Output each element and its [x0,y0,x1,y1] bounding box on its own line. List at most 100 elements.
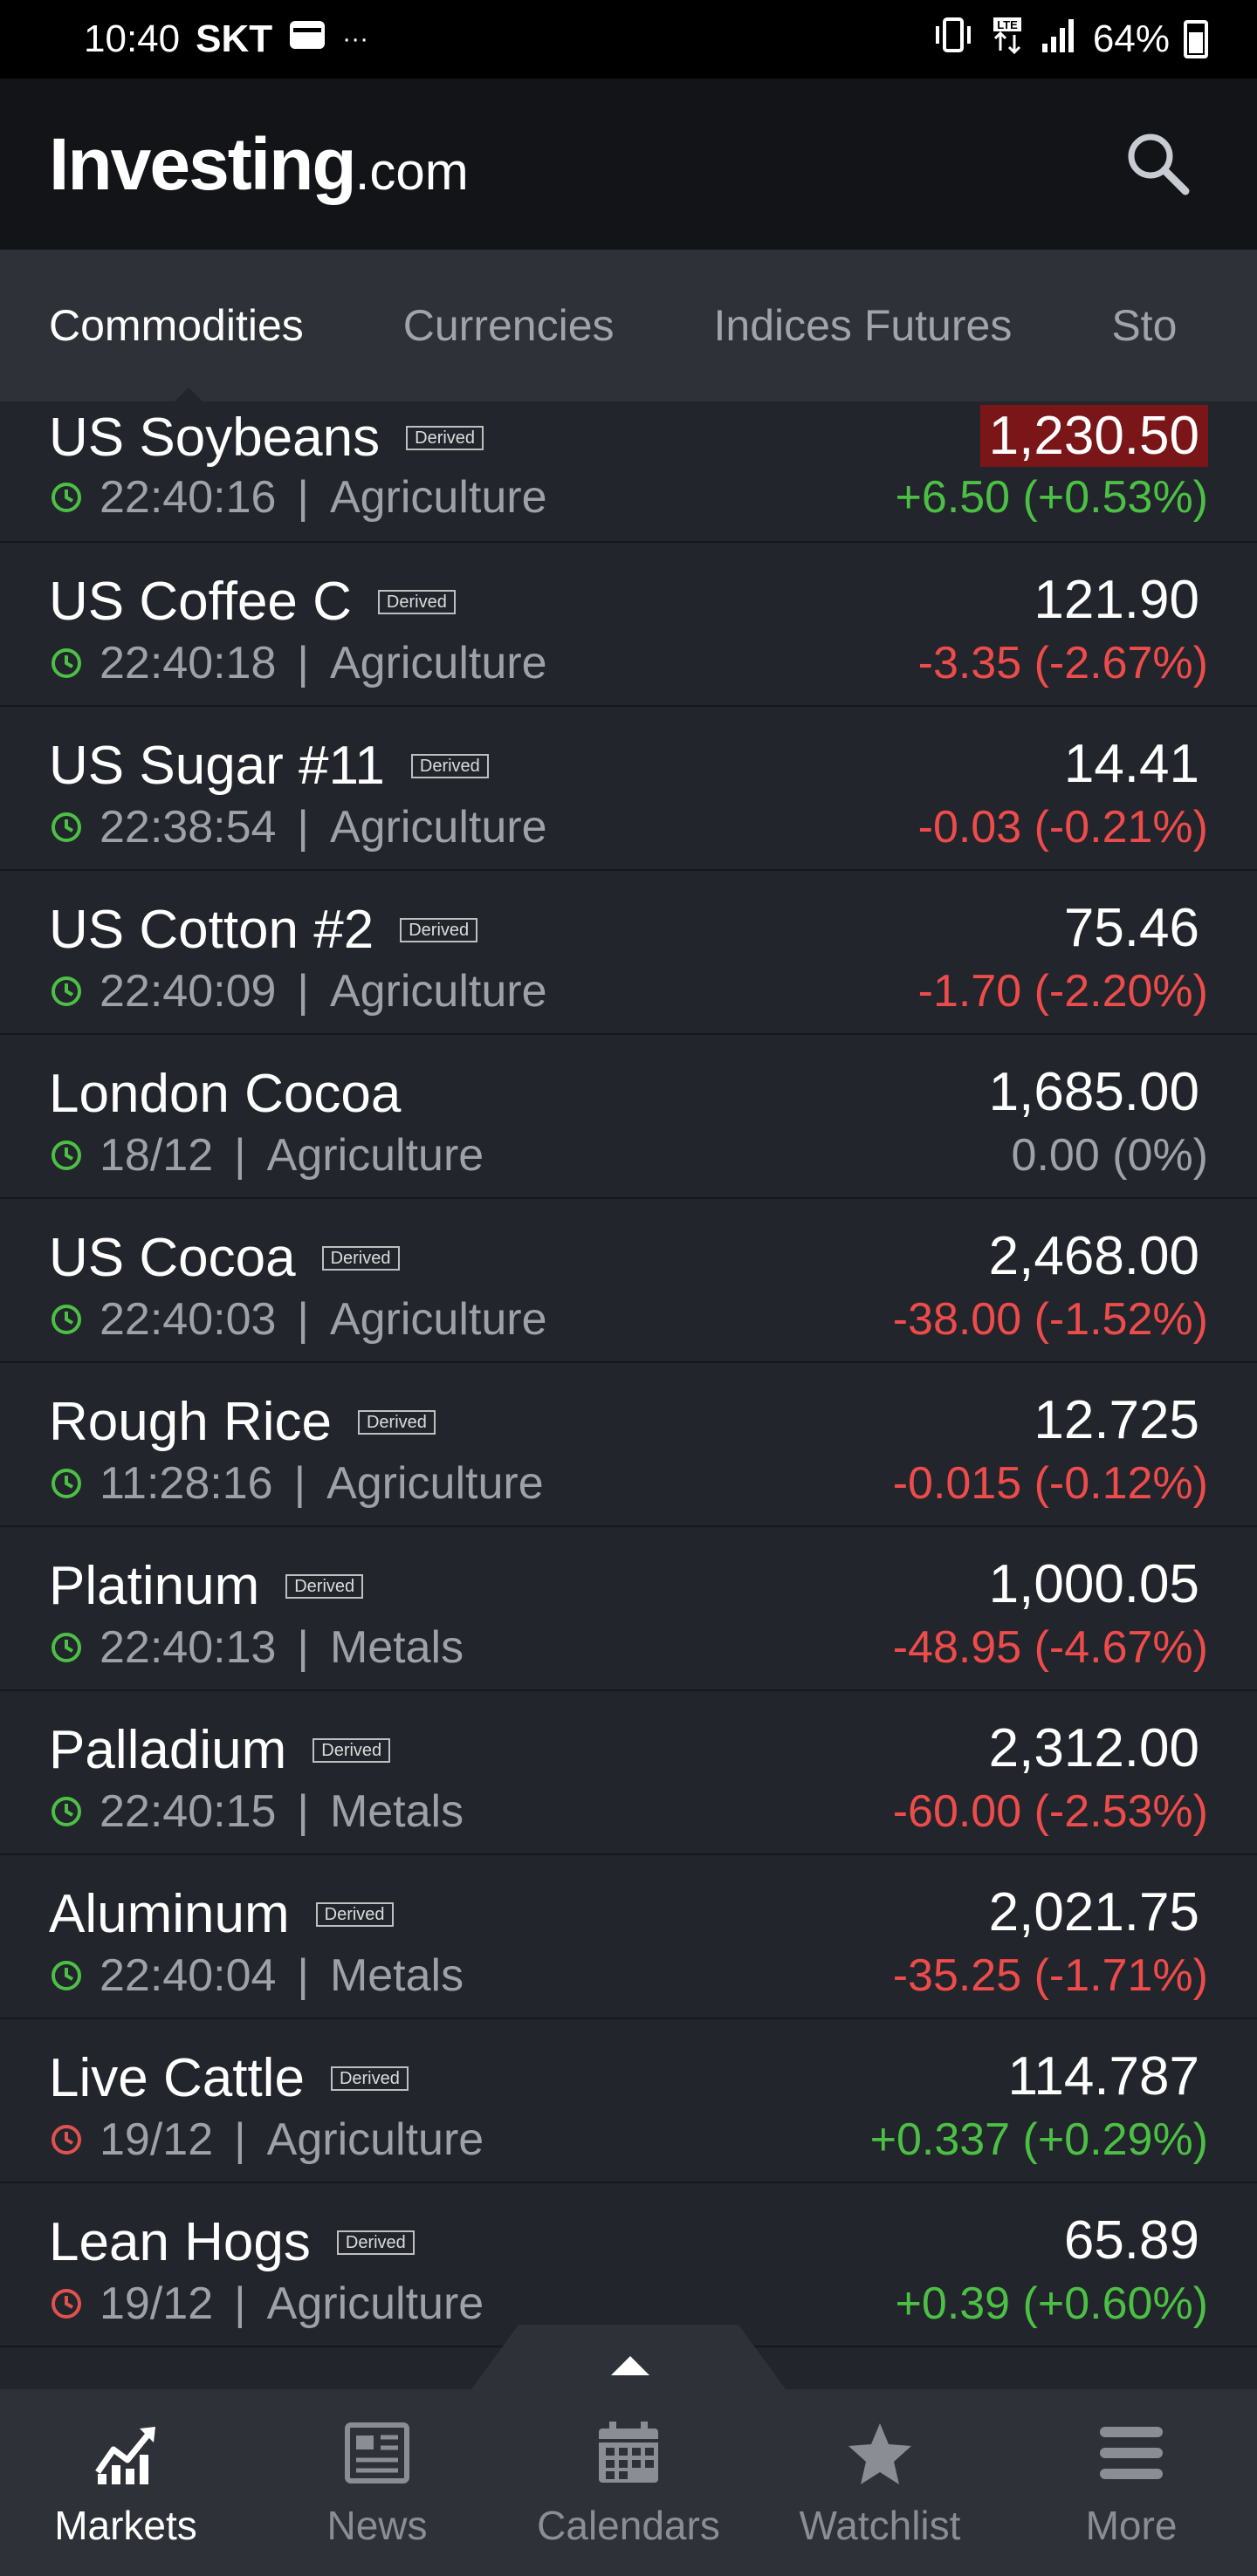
nav-markets[interactable]: Markets [0,2389,251,2576]
instrument-row[interactable]: Lean Hogs Derived 19/12 | Agriculture 65.89 +0… [0,2183,1257,2347]
instrument-time: 22:40:18 [100,638,277,689]
derived-badge: Derived [377,589,456,614]
instrument-list: US Soybeans Derived 22:40:16 | Agriculture 1,… [0,401,1257,2347]
instrument-meta: 22:40:04 | Metals [49,1949,464,2002]
instrument-time: 22:40:09 [100,966,277,1017]
instrument-category: Agriculture [326,1458,544,1509]
nav-more[interactable]: More [1006,2389,1257,2576]
instrument-time: 18/12 [100,1130,214,1181]
star-icon [848,2423,911,2484]
instrument-time: 22:40:04 [100,1950,277,2001]
derived-badge: Derived [321,1245,400,1271]
clock-icon [52,1141,81,1170]
nav-watchlist[interactable]: Watchlist [754,2389,1006,2576]
instrument-row[interactable]: Aluminum Derived 22:40:04 | Metals 2,021.75 -3… [0,1855,1257,2019]
markets-chart-icon [95,2427,155,2484]
instrument-meta: 22:40:16 | Agriculture [49,471,547,524]
instrument-change: -0.015 (-0.12%) [892,1458,1208,1509]
instrument-meta: 22:40:18 | Agriculture [49,637,547,689]
clock-icon [52,2289,81,2319]
instrument-row[interactable]: US Cotton #2 Derived 22:40:09 | Agriculture 7… [0,871,1257,1035]
instrument-category: Metals [329,1786,464,1837]
instrument-meta: 19/12 | Agriculture [49,2278,484,2330]
instrument-row[interactable]: London Cocoa 18/12 | Agriculture 1,685.00 0.0… [0,1035,1257,1199]
clock-icon [52,1961,81,1990]
instrument-name: Palladium [49,1720,287,1780]
clock-icon [52,1797,81,1826]
calendar-icon [599,2422,658,2483]
instrument-price: 12.725 [1034,1390,1199,1450]
instrument-row[interactable]: Platinum Derived 22:40:13 | Metals 1,000.05 -4… [0,1527,1257,1691]
derived-badge: Derived [400,917,478,942]
derived-badge: Derived [313,1737,391,1763]
derived-badge: Derived [315,1901,394,1927]
status-bar: 10:40 SKT ··· LTE 64% [0,0,1257,79]
instrument-time: 19/12 [100,2278,214,2329]
nav-news[interactable]: News [251,2389,503,2576]
search-icon [1128,134,1190,195]
investing-logo[interactable]: Investing .com [49,122,469,207]
tab-stocks[interactable]: Sto [1111,300,1177,351]
instrument-name: US Sugar #11 [49,736,385,796]
clock-icon [52,648,81,678]
nav-markets-label: Markets [54,2503,197,2548]
instrument-price: 1,230.50 [979,405,1208,467]
search-button[interactable] [1121,127,1196,202]
instrument-price: 1,000.05 [988,1554,1199,1614]
instrument-name-line: Lean Hogs Derived [49,2211,415,2273]
instrument-name-line: Rough Rice Derived [49,1391,436,1453]
logo-main-text: Investing [49,122,357,205]
instrument-change: -60.00 (-2.53%) [892,1786,1208,1837]
instrument-name: Lean Hogs [49,2212,311,2272]
derived-badge: Derived [410,753,489,778]
separator: | [293,1458,306,1509]
separator: | [234,1130,246,1181]
instrument-change: -0.03 (-0.21%) [917,802,1208,853]
instrument-row[interactable]: Palladium Derived 22:40:15 | Metals 2,312.00 -… [0,1691,1257,1855]
instrument-name: Rough Rice [49,1392,332,1452]
instrument-change: +0.337 (+0.29%) [869,2114,1208,2165]
derived-badge: Derived [406,425,484,450]
separator: | [297,638,309,689]
derived-badge: Derived [336,2230,415,2255]
instrument-price: 75.46 [1063,898,1199,958]
instrument-category: Agriculture [329,472,547,523]
instrument-category: Metals [329,1622,464,1673]
instrument-name-line: US Coffee C Derived [49,571,456,633]
instrument-change: -38.00 (-1.52%) [892,1294,1208,1345]
instrument-time: 19/12 [100,2114,214,2165]
instrument-row[interactable]: Live Cattle Derived 19/12 | Agriculture 114.7… [0,2019,1257,2183]
instrument-price: 2,021.75 [988,1882,1199,1942]
instrument-name: Aluminum [49,1884,290,1944]
clock-icon [52,1633,81,1662]
instrument-name-line: US Cocoa Derived [49,1227,400,1289]
instrument-meta: 11:28:16 | Agriculture [49,1457,544,1510]
nav-more-label: More [1085,2503,1178,2548]
instrument-name: Live Cattle [49,2048,305,2108]
instrument-name: Platinum [49,1556,260,1616]
instrument-time: 22:38:54 [100,802,277,853]
status-right: LTE 64% [931,16,1208,64]
tab-currencies[interactable]: Currencies [403,300,615,351]
status-left: 10:40 SKT ··· [84,17,368,61]
instrument-row[interactable]: US Cocoa Derived 22:40:03 | Agriculture 2,468… [0,1199,1257,1363]
tab-commodities[interactable]: Commodities [49,300,304,351]
instrument-price: 1,685.00 [988,1062,1199,1122]
instrument-time: 22:40:16 [100,472,277,523]
tab-indices-futures[interactable]: Indices Futures [714,300,1013,351]
instrument-category: Agriculture [329,802,547,853]
instrument-meta: 22:40:03 | Agriculture [49,1293,547,1346]
nav-calendars[interactable]: Calendars [503,2389,754,2576]
instrument-row[interactable]: US Sugar #11 Derived 22:38:54 | Agriculture 1… [0,707,1257,871]
instrument-meta: 22:40:13 | Metals [49,1621,464,1674]
separator: | [234,2278,246,2329]
instrument-change: -48.95 (-4.67%) [892,1622,1208,1673]
separator: | [297,1786,309,1837]
instrument-row[interactable]: US Soybeans Derived 22:40:16 | Agriculture 1,… [0,401,1257,543]
instrument-row[interactable]: Rough Rice Derived 11:28:16 | Agriculture 12.… [0,1363,1257,1527]
clock-icon [52,483,81,512]
status-time: 10:40 [84,17,181,60]
instrument-row[interactable]: US Coffee C Derived 22:40:18 | Agriculture 12… [0,543,1257,707]
separator: | [297,802,309,853]
instrument-change: +0.39 (+0.60%) [895,2278,1208,2329]
